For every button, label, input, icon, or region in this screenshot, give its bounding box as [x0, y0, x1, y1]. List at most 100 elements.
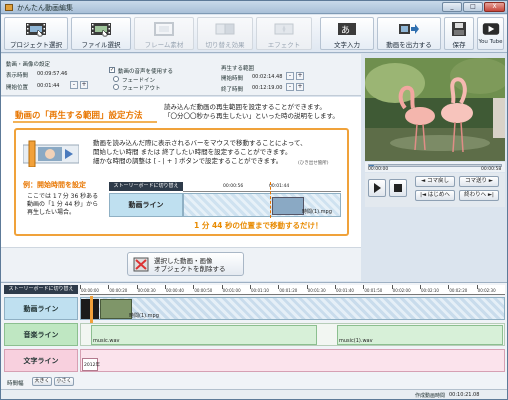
zoom-in-button[interactable]: 大きく [32, 377, 52, 386]
start-pos-label: 開始位置 [6, 85, 29, 91]
text-input-button[interactable]: あ 文字入力 [320, 17, 374, 50]
mini-storyboard-button: ストーリーボードに切り替え [109, 182, 183, 191]
ruler-label: 00:00:00 [81, 288, 99, 293]
frame-material-button[interactable]: フレーム素材 [134, 17, 194, 50]
display-time-value: 00:09:57.46 [37, 71, 68, 77]
start-pos-plus-button[interactable]: + [80, 81, 88, 89]
transition-effect-button[interactable]: 切り替え効果 [197, 17, 253, 50]
svg-text:あ: あ [341, 25, 350, 36]
range-start-plus-button[interactable]: + [296, 72, 304, 80]
help-intro-line2: 「〇分〇〇秒から再生したい」といった時の説明をします。 [164, 112, 339, 120]
save-label: 保存 [452, 41, 466, 49]
status-value: 00:10:21.08 [449, 392, 480, 398]
youtube-button[interactable]: You Tube [477, 17, 504, 50]
app-icon [5, 4, 13, 11]
flamingo-preview-image [365, 58, 505, 161]
help-small-tag: (ひき出せ箇所) [298, 161, 329, 166]
music-track-header: 音楽ライン [4, 323, 78, 346]
play-button[interactable] [368, 179, 386, 197]
minimize-button[interactable]: _ [442, 2, 462, 12]
youtube-label: You Tube [478, 39, 503, 45]
export-icon [399, 24, 419, 34]
ruler-label: 00:01:20 [279, 288, 298, 293]
range-start-minus-button[interactable]: - [286, 72, 294, 80]
next-frame-button[interactable]: コマ送り ► [459, 176, 499, 187]
help-note: 1 分 44 秒の位置まで移動するだけ！ [194, 221, 323, 230]
prev-frame-button[interactable]: ◄ コマ戻し [415, 176, 455, 187]
video-clip-thumbnail[interactable] [100, 299, 132, 319]
ruler-label: 00:00:20 [109, 288, 128, 293]
video-track-lane[interactable]: 時間(1).mpg [80, 296, 505, 323]
ruler-label: 00:01:30 [307, 288, 326, 293]
to-start-button[interactable]: |◄ はじめへ [415, 190, 455, 201]
timeline-ruler[interactable]: 00:00:00 00:00:20 00:00:30 00:00:40 00:00:50… [80, 285, 505, 295]
youtube-icon [482, 23, 499, 35]
ruler-label: 00:01:50 [364, 288, 383, 293]
text-clip-label: 2012年 [84, 363, 100, 368]
mini-video-lane: 時間(1).mpg [183, 182, 341, 218]
effect-icon [274, 23, 294, 35]
text-input-label: 文字入力 [334, 41, 360, 49]
save-button[interactable]: 保存 [444, 17, 474, 50]
frame-icon [154, 22, 174, 36]
stop-icon [394, 184, 402, 192]
file-select-label: ファイル選択 [81, 41, 121, 49]
range-start-value: 00:02:14.48 [252, 74, 283, 80]
help-body-line3: 細かな時間の調整は [ - | + ] ボタンで設定することができます。 [93, 157, 283, 165]
project-select-button[interactable]: プロジェクト選択 [4, 17, 68, 50]
use-audio-checkbox[interactable]: ✓ [109, 67, 115, 73]
fade-out-radio[interactable] [113, 84, 119, 90]
video-track-header: 動画ライン [4, 297, 78, 320]
status-bar: 作成動画時間 00:10:21.08 [1, 389, 507, 399]
seek-end-time: 00:00:58 [481, 167, 502, 172]
maximize-button[interactable]: □ [463, 2, 483, 12]
ruler-label: 00:01:40 [336, 288, 354, 293]
window-title: かんたん動画編集 [17, 4, 73, 12]
seek-start-time: 00:00:00 [368, 167, 389, 172]
help-body-line2: 開始したい時間 または 終了したい時間を設定することができます。 [93, 148, 292, 156]
example-line2: 動画の「1 分 44 秒」から [27, 201, 99, 208]
export-video-button[interactable]: 動画を出力する [377, 17, 441, 50]
transition-icon [215, 23, 235, 35]
mini-ruler-label: 00:01:44 [269, 184, 290, 189]
storyboard-toggle-button[interactable]: ストーリーボードに切り替え [4, 285, 78, 294]
text-clip[interactable]: 2012年 [82, 358, 100, 371]
status-label: 作成動画時間 [415, 393, 446, 399]
to-end-button[interactable]: 終わりへ ►| [459, 190, 499, 201]
ruler-label: 00:00:30 [137, 288, 156, 293]
range-label: 再生する範囲 [221, 66, 255, 72]
delete-object-button[interactable]: 選択した動画・画像 オブジェクトを削除する [127, 252, 244, 276]
music-clip[interactable]: music.wav [91, 325, 317, 345]
file-select-button[interactable]: ファイル選択 [71, 17, 131, 50]
effect-label: エフェクト [267, 41, 301, 49]
play-icon [374, 183, 381, 193]
preview-seekbar[interactable]: 00:00:00 00:00:58 [365, 162, 505, 172]
example-text: ここでは 1７分 36 秒ある 動画の「1 分 44 秒」から 再生したい場合。 [27, 193, 98, 217]
fade-in-radio[interactable] [113, 76, 119, 82]
text-track-lane[interactable]: 2012年 [80, 349, 505, 372]
zoom-out-button[interactable]: 小さく [54, 377, 74, 386]
fade-out-label: フェードアウト [122, 86, 161, 92]
range-end-minus-button[interactable]: - [286, 83, 294, 91]
help-intro: 読み込んだ動画の再生範囲を設定することができます。 「〇分〇〇秒から再生したい」… [164, 103, 339, 121]
music-clip-2[interactable]: music(1).wav [337, 325, 503, 345]
help-title-underline [13, 121, 157, 123]
playback-controls: ◄ コマ戻し コマ送り ► |◄ はじめへ 終わりへ ►| [365, 173, 505, 207]
example-title: 例：開始時間を設定 [23, 181, 86, 189]
use-audio-label: 動画の音声を使用する [118, 69, 174, 75]
text-track-header: 文字ライン [4, 349, 78, 372]
range-start-label: 開始時間 [221, 76, 244, 82]
music-track-lane[interactable]: music.wav music(1).wav [80, 323, 505, 346]
music-clip-label: music.wav [93, 338, 120, 344]
ruler-label: 00:02:00 [392, 288, 411, 293]
seek-progress [369, 165, 375, 166]
start-pos-minus-button[interactable]: - [70, 81, 78, 89]
range-end-plus-button[interactable]: + [296, 83, 304, 91]
effect-button[interactable]: エフェクト [256, 17, 312, 50]
stop-button[interactable] [389, 179, 407, 197]
mini-clip-label: 時間(1).mpg [302, 209, 332, 215]
frame-material-label: フレーム素材 [144, 41, 184, 49]
timeline-playhead[interactable] [90, 296, 93, 323]
close-button[interactable]: X [484, 2, 505, 12]
app-window: かんたん動画編集 _ □ X プロジェクト選択 ファイル選択 フレーム素材 切り… [0, 0, 508, 400]
